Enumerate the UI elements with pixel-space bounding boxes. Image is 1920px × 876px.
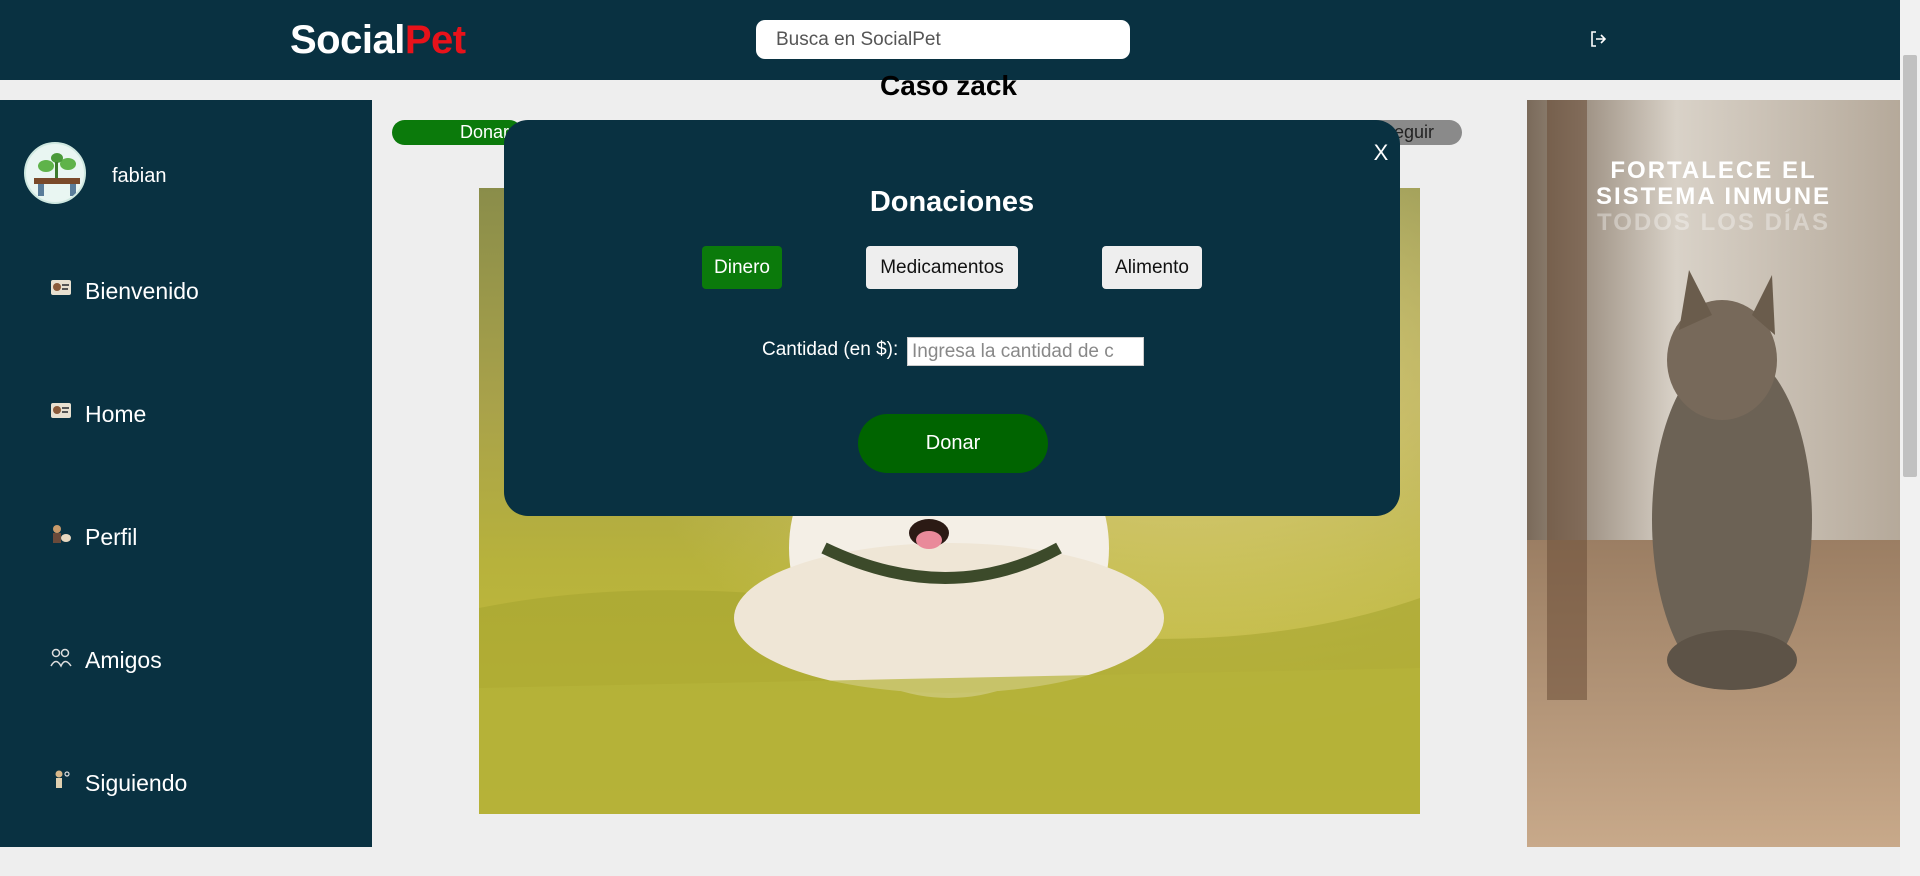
ad-headline-1: FORTALECE EL: [1610, 157, 1817, 184]
ad-headline-2: SISTEMA INMUNE: [1595, 183, 1832, 210]
top-navbar: SocialPet: [0, 0, 1900, 80]
sidebar-item-siguiendo[interactable]: Siguiendo: [50, 770, 187, 797]
sidebar-item-perfil[interactable]: Perfil: [50, 524, 137, 551]
logo[interactable]: SocialPet: [290, 18, 466, 63]
quantity-input[interactable]: [907, 337, 1144, 366]
logo-pet: Pet: [404, 18, 466, 62]
donation-modal: X Donaciones Dinero Medicamentos Aliment…: [504, 120, 1400, 516]
donate-pill-button[interactable]: Donar: [392, 120, 522, 145]
close-button[interactable]: X: [1370, 140, 1392, 166]
dog-card-icon: [51, 279, 71, 295]
sidebar-item-label: Amigos: [85, 647, 162, 673]
donate-submit-button[interactable]: Donar: [858, 414, 1048, 473]
post-title: Caso zack: [880, 70, 1017, 101]
sidebar-item-label: Bienvenido: [85, 278, 199, 304]
ad-headline-3: TODOS LOS DÍAS: [1597, 209, 1830, 236]
user-avatar[interactable]: [24, 142, 86, 204]
sidebar-item-label: Siguiendo: [85, 770, 188, 796]
left-sidebar: fabian Bienvenido Home Perfil Amigos Sig…: [0, 100, 372, 847]
page-scrollbar-thumb[interactable]: [1903, 55, 1917, 477]
tab-alimento[interactable]: Alimento: [1102, 246, 1202, 289]
logout-icon[interactable]: [1588, 29, 1608, 49]
tab-dinero[interactable]: Dinero: [702, 246, 782, 289]
logo-social: Social: [290, 18, 405, 62]
modal-title: Donaciones: [869, 186, 1035, 218]
quantity-label: Cantidad (en $):: [762, 339, 899, 360]
follow-icon: [55, 770, 70, 788]
username: fabian: [112, 165, 167, 187]
dog-person-icon: [53, 524, 71, 543]
sidebar-item-bienvenido[interactable]: Bienvenido: [50, 278, 199, 305]
sidebar-item-home[interactable]: Home: [50, 401, 146, 428]
tab-medicamentos[interactable]: Medicamentos: [866, 246, 1018, 289]
sidebar-advertisement[interactable]: FORTALECE EL SISTEMA INMUNE TODOS LOS DÍ…: [1527, 100, 1900, 847]
sidebar-item-label: Home: [85, 401, 147, 427]
sidebar-item-label: Perfil: [85, 524, 138, 550]
search-input[interactable]: [756, 20, 1130, 59]
dog-card-icon: [51, 402, 71, 418]
friends-icon: [50, 648, 72, 668]
sidebar-item-amigos[interactable]: Amigos: [50, 647, 162, 674]
